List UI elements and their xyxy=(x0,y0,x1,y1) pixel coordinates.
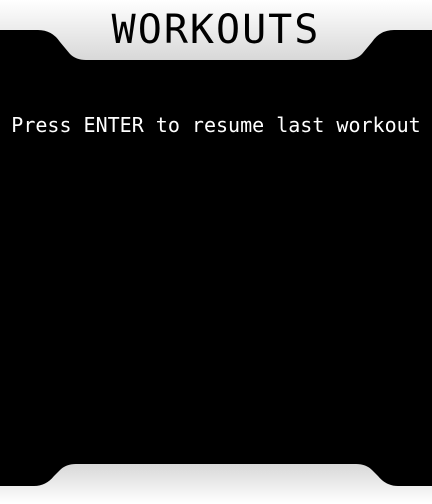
resume-prompt-text: Press ENTER to resume last workout xyxy=(11,113,421,137)
workouts-screen: WORKOUTS Press ENTER to resume last work… xyxy=(0,0,432,504)
footer-bar xyxy=(0,462,432,504)
page-title: WORKOUTS xyxy=(111,7,321,53)
header-bar: WORKOUTS xyxy=(0,0,432,62)
footer-tab-shape xyxy=(0,464,432,504)
